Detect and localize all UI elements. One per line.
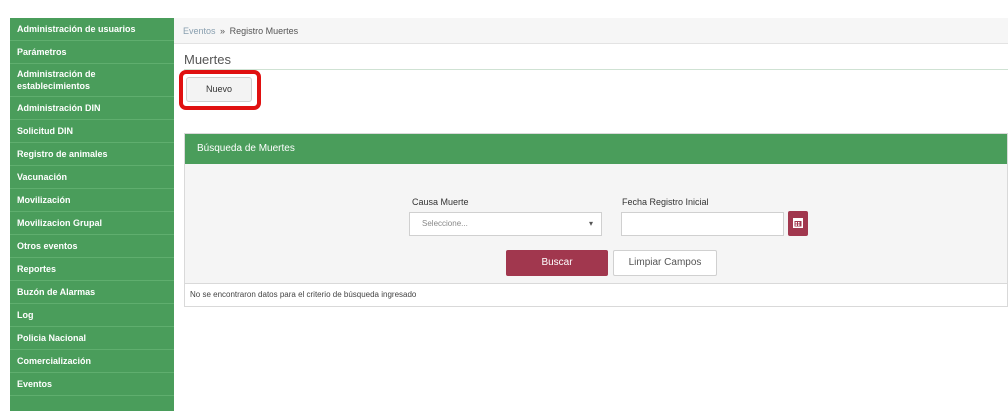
- results-message: No se encontraron datos para el criterio…: [184, 283, 1008, 307]
- sidebar-item-otros-eventos[interactable]: Otros eventos: [10, 235, 174, 258]
- main-content: Eventos » Registro Muertes Muertes Nuevo…: [174, 18, 1008, 411]
- new-button[interactable]: Nuevo: [186, 77, 252, 102]
- sidebar-item-policia-nacional[interactable]: Policia Nacional: [10, 327, 174, 350]
- start-date-input[interactable]: [621, 212, 784, 236]
- page-title: Muertes: [184, 52, 231, 67]
- sidebar-item-movilizacion[interactable]: Movilización: [10, 189, 174, 212]
- sidebar-item-comercializacion[interactable]: Comercialización: [10, 350, 174, 373]
- clear-fields-button[interactable]: Limpiar Campos: [613, 250, 717, 276]
- search-panel: Búsqueda de Muertes Causa Muerte Selecci…: [184, 133, 1008, 289]
- search-button[interactable]: Buscar: [506, 250, 608, 276]
- sidebar: Administración de usuarios Parámetros Ad…: [10, 18, 174, 411]
- search-panel-title: Búsqueda de Muertes: [185, 134, 1007, 164]
- sidebar-item-registro-animales[interactable]: Registro de animales: [10, 143, 174, 166]
- sidebar-item-eventos[interactable]: Eventos: [10, 373, 174, 396]
- breadcrumb: Eventos » Registro Muertes: [174, 18, 1008, 44]
- sidebar-item-administracion-establecimientos[interactable]: Administración de establecimientos: [10, 64, 174, 97]
- sidebar-item-parametros[interactable]: Parámetros: [10, 41, 174, 64]
- sidebar-item-administracion-usuarios[interactable]: Administración de usuarios: [10, 18, 174, 41]
- calendar-button[interactable]: [788, 211, 808, 236]
- cause-label: Causa Muerte: [412, 197, 469, 207]
- sidebar-item-administracion-din[interactable]: Administración DIN: [10, 97, 174, 120]
- sidebar-item-reportes[interactable]: Reportes: [10, 258, 174, 281]
- sidebar-item-movilizacion-grupal[interactable]: Movilizacion Grupal: [10, 212, 174, 235]
- sidebar-item-vacunacion[interactable]: Vacunación: [10, 166, 174, 189]
- date-label: Fecha Registro Inicial: [622, 197, 709, 207]
- sidebar-item-solicitud-din[interactable]: Solicitud DIN: [10, 120, 174, 143]
- breadcrumb-link-eventos[interactable]: Eventos: [183, 26, 216, 36]
- sidebar-item-buzon-alarmas[interactable]: Buzón de Alarmas: [10, 281, 174, 304]
- cause-select[interactable]: Seleccione... ▾: [409, 212, 602, 236]
- calendar-icon: [793, 218, 803, 228]
- cause-select-value: Seleccione...: [422, 219, 468, 228]
- breadcrumb-separator: »: [220, 26, 226, 36]
- title-divider: [184, 69, 1008, 70]
- chevron-down-icon: ▾: [588, 219, 593, 228]
- sidebar-item-log[interactable]: Log: [10, 304, 174, 327]
- breadcrumb-current: Registro Muertes: [229, 26, 299, 36]
